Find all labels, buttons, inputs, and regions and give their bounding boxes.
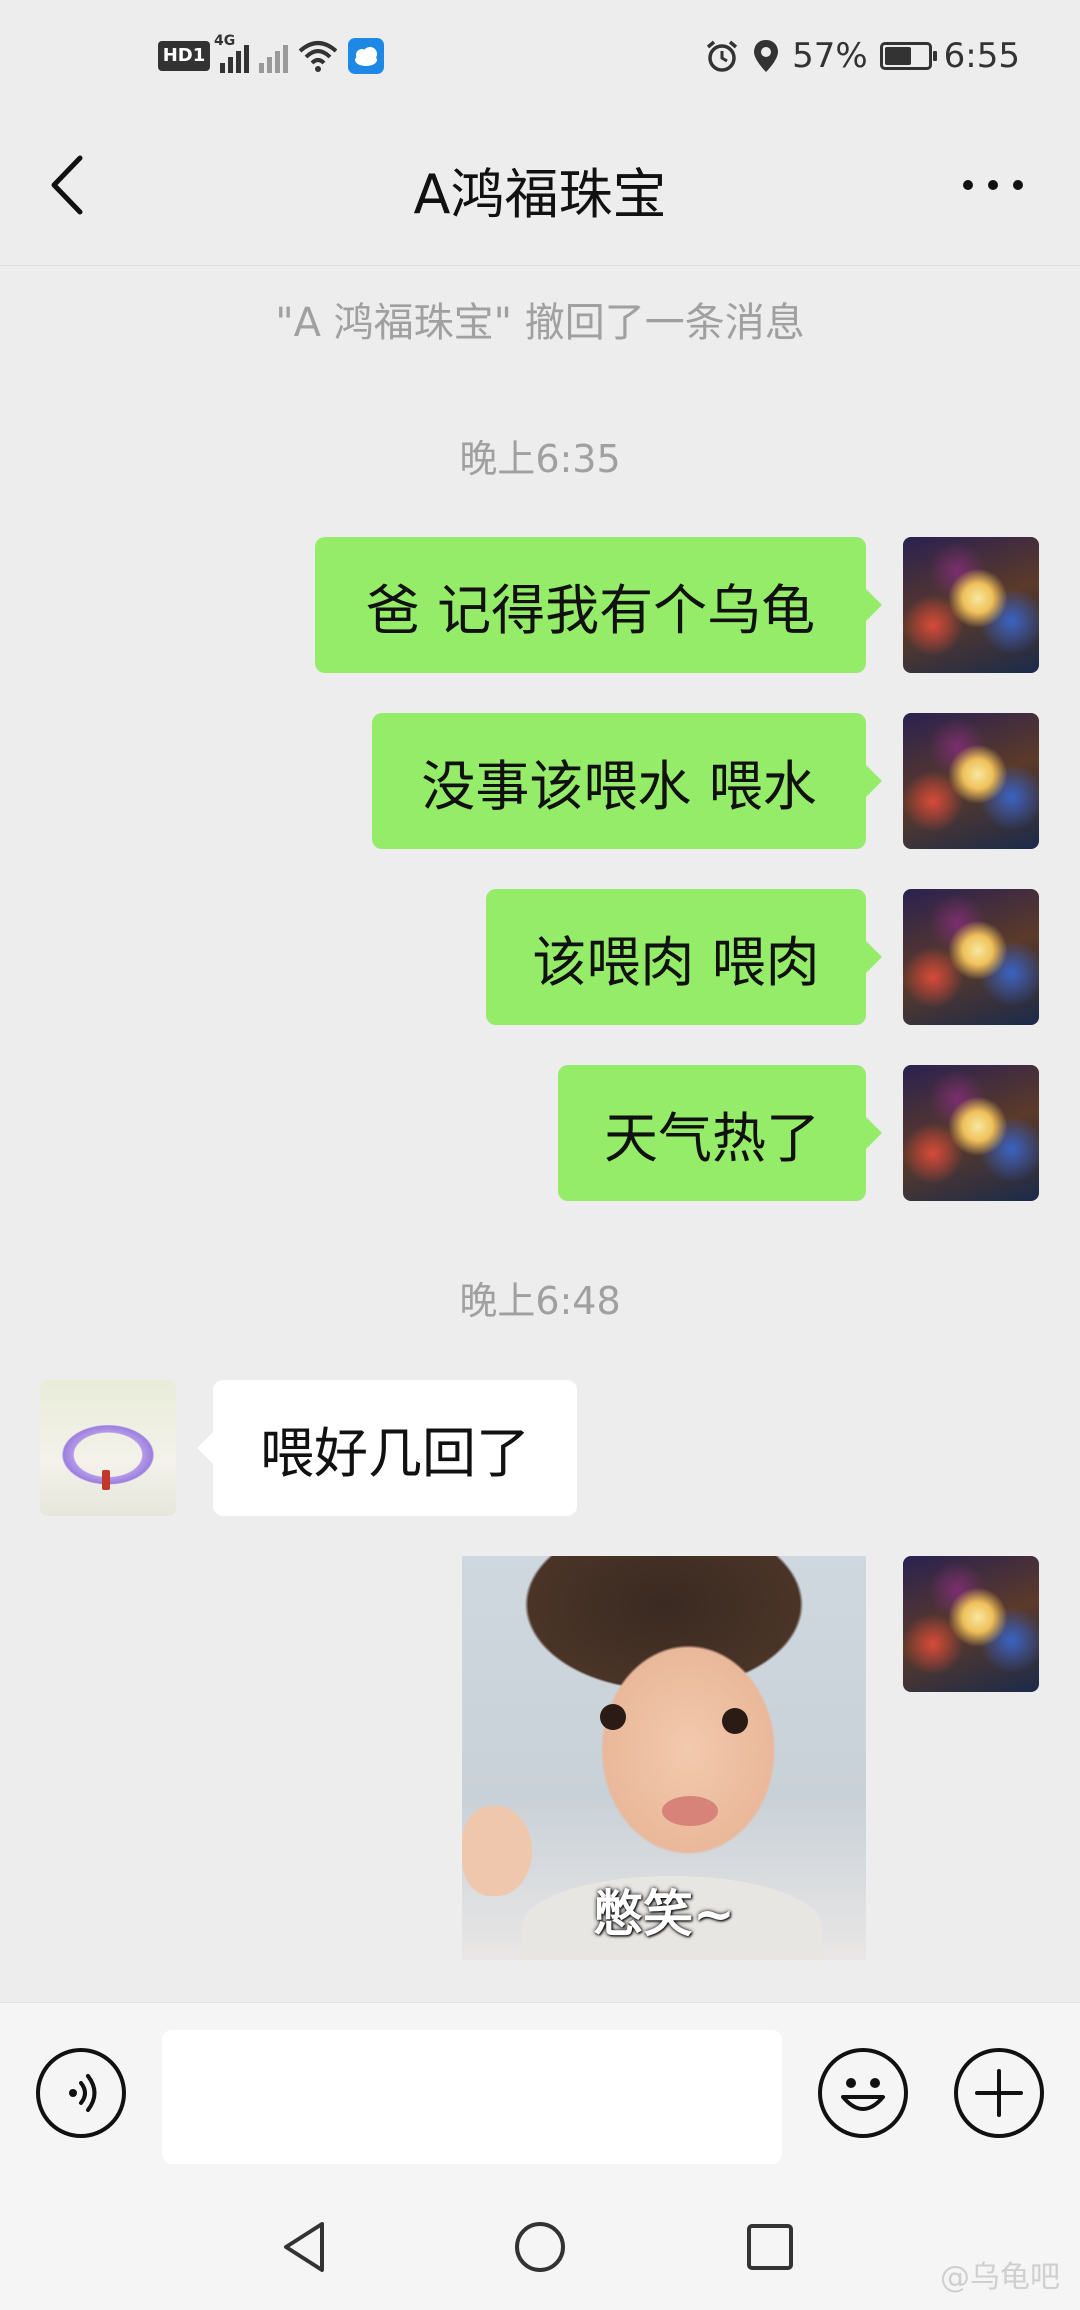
emoji-icon (841, 2078, 885, 2111)
plus-icon (975, 2069, 1023, 2117)
more-options-button[interactable] (958, 170, 1028, 200)
avatar-self[interactable] (903, 1556, 1039, 1692)
sticker-image[interactable]: 憋笑~ (462, 1556, 866, 1960)
status-bar: HD1 4G 57% 6:55 (0, 0, 1080, 120)
status-left: HD1 4G (158, 33, 384, 74)
location-icon (754, 40, 779, 72)
avatar-contact[interactable] (40, 1380, 176, 1516)
sticker-eye (722, 1708, 748, 1734)
watermark: @乌龟吧 (940, 2260, 1060, 2295)
voice-button[interactable] (36, 2048, 126, 2138)
signal-icon: 4G (214, 33, 249, 73)
message-bubble-sent[interactable]: 爸 记得我有个乌龟 (315, 537, 882, 673)
timestamp: 晚上6:35 (459, 437, 621, 481)
clock-time: 6:55 (943, 36, 1020, 76)
plus-button[interactable] (954, 2048, 1044, 2138)
status-right: 57% 6:55 (704, 36, 1020, 76)
chat-title: A鸿福珠宝 (413, 163, 667, 226)
hd-badge: HD1 (158, 41, 210, 71)
message-bubble-sent[interactable]: 天气热了 (558, 1065, 882, 1201)
timestamp: 晚上6:48 (459, 1279, 621, 1323)
weather-icon (348, 38, 384, 74)
avatar-self[interactable] (903, 713, 1039, 849)
recents-square-icon[interactable] (735, 2212, 805, 2282)
emoji-button[interactable] (818, 2048, 908, 2138)
home-circle-icon[interactable] (505, 2212, 575, 2282)
chat-header: A鸿福珠宝 (0, 120, 1080, 266)
battery-icon (879, 42, 937, 70)
sticker-caption: 憋笑~ (593, 1885, 735, 1943)
avatar-self[interactable] (903, 889, 1039, 1025)
message-bubble-sent[interactable]: 没事该喂水 喂水 (372, 713, 882, 849)
back-triangle-icon[interactable] (272, 2212, 342, 2282)
sticker-mouth (662, 1796, 718, 1826)
sticker-eye (600, 1704, 626, 1730)
recall-notice: "A 鸿福珠宝" 撤回了一条消息 (275, 300, 805, 346)
wifi-icon (298, 41, 338, 72)
alarm-icon (706, 40, 738, 72)
message-input[interactable] (162, 2030, 782, 2164)
avatar-self[interactable] (903, 1065, 1039, 1201)
signal-secondary-icon (259, 39, 288, 73)
voice-icon (69, 2074, 97, 2112)
message-bubble-received[interactable]: 喂好几回了 (197, 1380, 577, 1516)
message-bubble-sent[interactable]: 该喂肉 喂肉 (486, 889, 882, 1025)
network-type-label: 4G (214, 33, 236, 49)
avatar-self[interactable] (903, 537, 1039, 673)
battery-percent: 57% (792, 36, 868, 76)
input-bar (0, 2002, 1080, 2183)
system-nav-bar: @乌龟吧 (0, 2182, 1080, 2310)
